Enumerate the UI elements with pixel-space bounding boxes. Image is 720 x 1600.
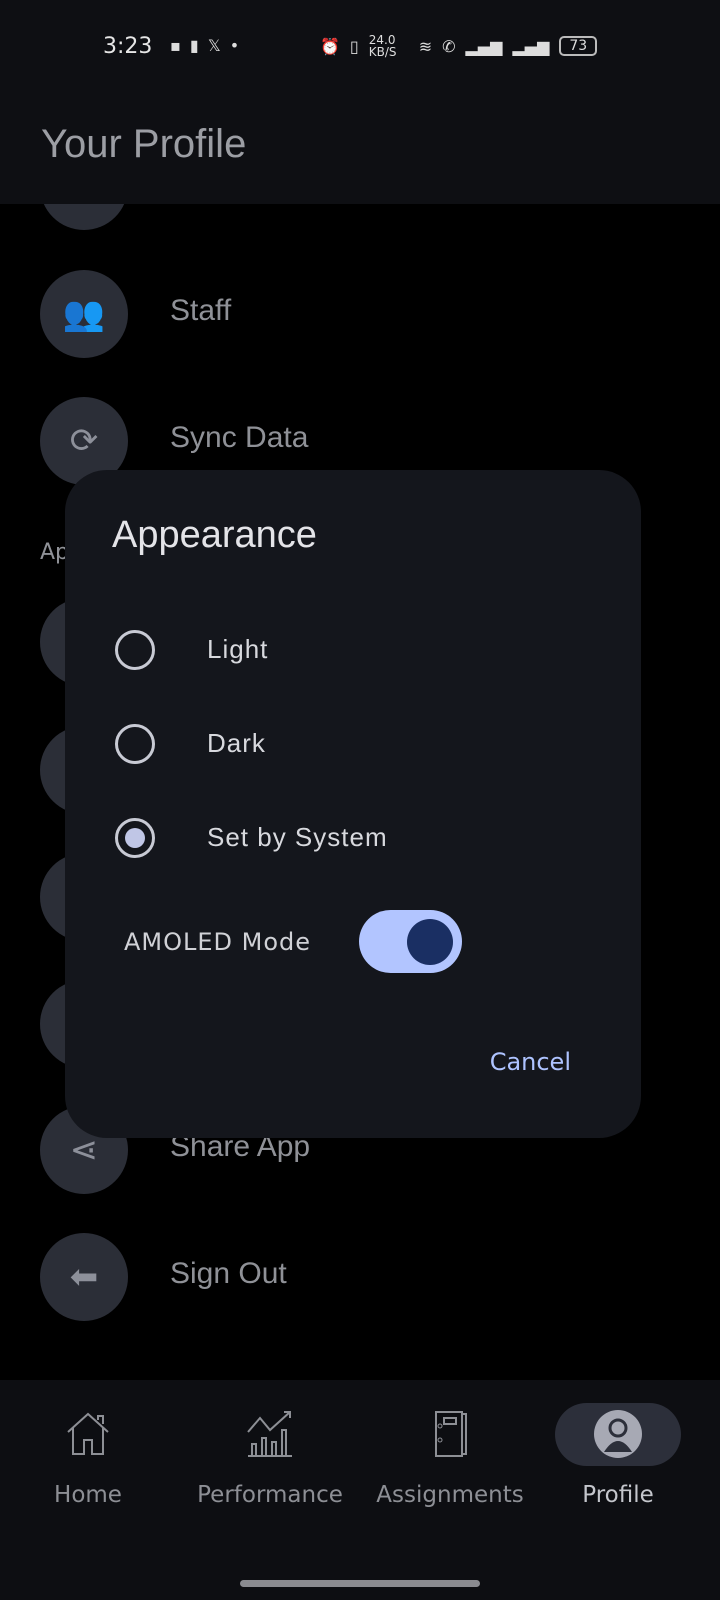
item-label: Sync Data bbox=[170, 421, 309, 454]
tab-label: Home bbox=[54, 1482, 122, 1508]
option-dark[interactable]: Dark bbox=[115, 724, 595, 764]
option-light[interactable]: Light bbox=[115, 630, 595, 670]
notebook-icon bbox=[435, 1411, 467, 1457]
status-bar: 3:23 ▪ ▮ 𝕏 • ⏰ ▯ 24.0 KB/S ≋ ✆ ▂▄▆ ▂▄▆ 7… bbox=[0, 0, 720, 96]
tab-label: Assignments bbox=[376, 1482, 524, 1508]
profile-icon bbox=[594, 1410, 642, 1458]
wifi-call-icon: ✆ bbox=[442, 36, 456, 56]
amoled-label: AMOLED Mode bbox=[124, 928, 312, 956]
tab-profile[interactable]: Profile bbox=[528, 1380, 708, 1530]
item-label: Staff bbox=[170, 294, 232, 327]
list-item-staff[interactable]: 👥 Staff bbox=[40, 270, 640, 358]
cancel-button[interactable]: Cancel bbox=[490, 1048, 571, 1076]
bottom-nav: Home Performance Assignments Profile bbox=[0, 1380, 720, 1600]
option-label: Dark bbox=[207, 728, 266, 758]
signal-icon-2: ▂▄▆ bbox=[512, 36, 550, 56]
toggle-knob bbox=[407, 919, 453, 965]
item-label: Sign Out bbox=[170, 1257, 287, 1290]
option-system[interactable]: Set by System bbox=[115, 818, 595, 858]
users-icon: 👥 bbox=[40, 270, 128, 358]
net-speed: 24.0 KB/S bbox=[368, 33, 397, 59]
tab-label: Profile bbox=[582, 1482, 654, 1508]
chart-icon bbox=[247, 1411, 292, 1457]
tab-performance[interactable]: Performance bbox=[180, 1380, 360, 1530]
tab-label: Performance bbox=[197, 1482, 343, 1508]
status-time: 3:23 bbox=[103, 34, 153, 59]
app-header: Your Profile bbox=[0, 96, 720, 204]
tab-assignments[interactable]: Assignments bbox=[360, 1380, 540, 1530]
tab-home[interactable]: Home bbox=[0, 1380, 178, 1530]
radio-system[interactable] bbox=[115, 818, 155, 858]
vibrate-icon: ▯ bbox=[349, 36, 359, 56]
amoled-toggle[interactable] bbox=[359, 910, 462, 973]
gesture-handle[interactable] bbox=[240, 1580, 480, 1587]
list-item-sign-out[interactable]: ⬅ Sign Out bbox=[40, 1233, 640, 1321]
notification-icons: ▪ ▮ 𝕏 • bbox=[170, 36, 242, 55]
sign-out-icon: ⬅ bbox=[40, 1233, 128, 1321]
option-label: Light bbox=[207, 634, 269, 664]
wifi-icon: ≋ bbox=[418, 36, 433, 56]
page-title: Your Profile bbox=[41, 122, 247, 166]
radio-dark[interactable] bbox=[115, 724, 155, 764]
radio-light[interactable] bbox=[115, 630, 155, 670]
dialog-title: Appearance bbox=[112, 514, 317, 556]
system-icons: ⏰ ▯ 24.0 KB/S ≋ ✆ ▂▄▆ ▂▄▆ 73 bbox=[320, 33, 598, 59]
home-icon bbox=[67, 1412, 109, 1455]
option-label: Set by System bbox=[207, 822, 388, 852]
alarm-icon: ⏰ bbox=[320, 36, 340, 56]
appearance-dialog: Appearance Light Dark Set by System AMOL… bbox=[65, 470, 641, 1138]
battery-icon: 73 bbox=[559, 36, 598, 56]
signal-icon: ▂▄▆ bbox=[465, 36, 503, 56]
